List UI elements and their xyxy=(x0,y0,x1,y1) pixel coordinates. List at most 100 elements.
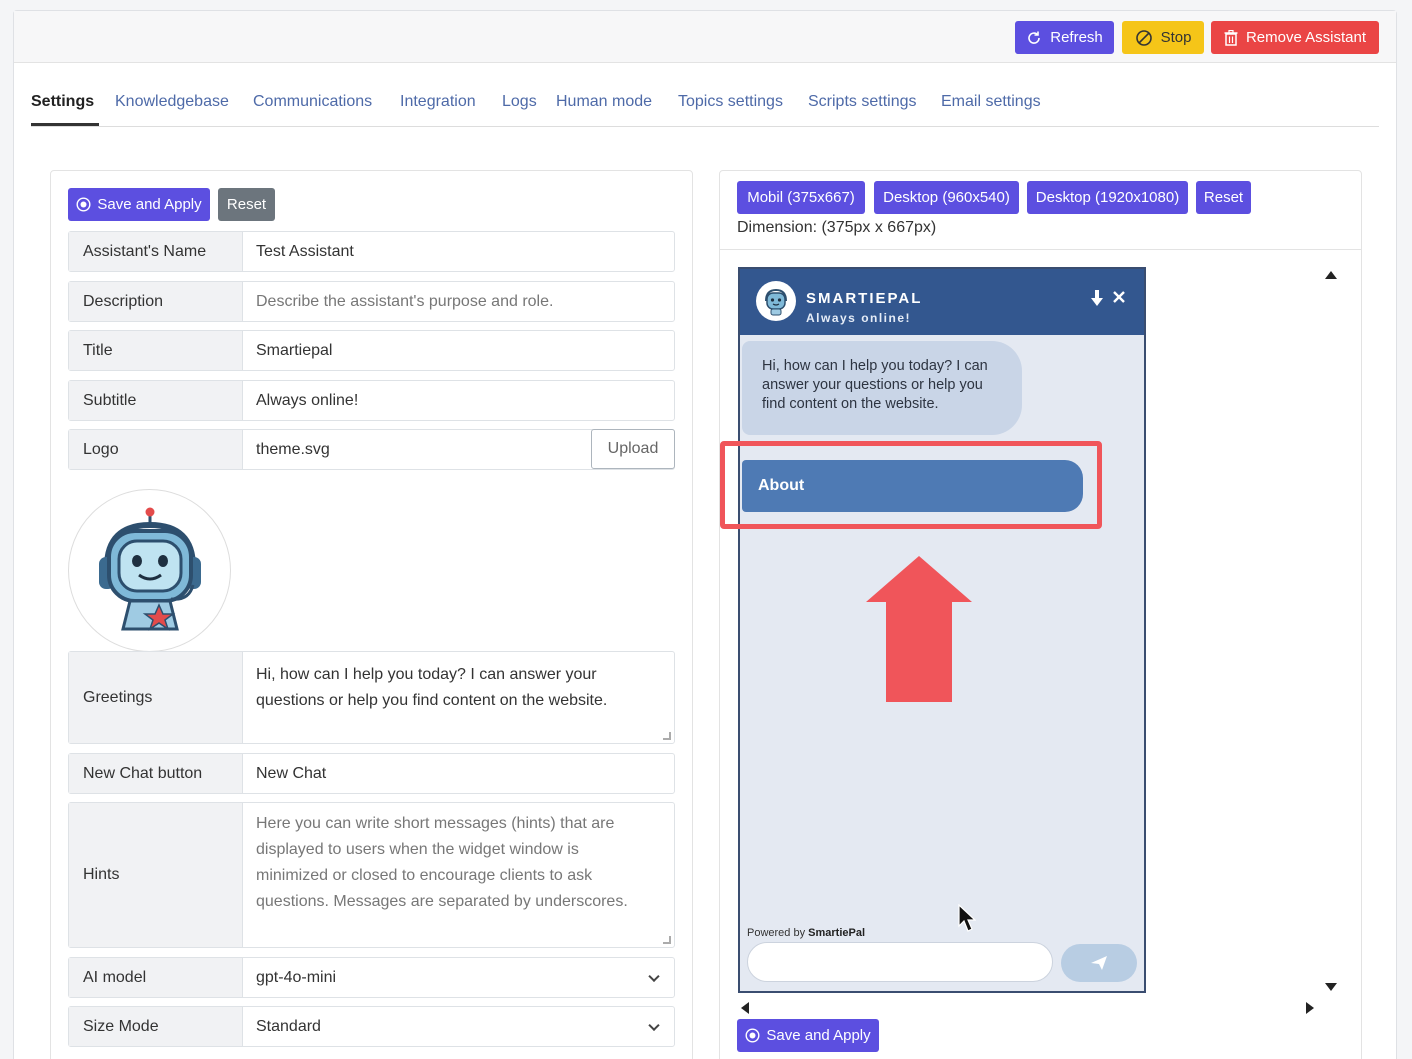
tab-human-mode[interactable]: Human mode xyxy=(556,93,652,111)
annotation-up-arrow-icon xyxy=(866,556,972,707)
title-label: Title xyxy=(69,331,243,370)
description-row: Description Describe the assistant's pur… xyxy=(68,281,675,322)
save-and-apply-label: Save and Apply xyxy=(97,196,202,213)
chevron-down-icon xyxy=(648,1019,660,1031)
logo-preview xyxy=(68,489,231,652)
widget-title: SMARTIEPAL xyxy=(806,290,923,307)
tab-logs[interactable]: Logs xyxy=(502,93,537,111)
chat-message-input[interactable] xyxy=(747,942,1053,982)
scroll-down-icon[interactable] xyxy=(1325,983,1337,991)
size-mode-label: Size Mode xyxy=(69,1007,243,1046)
logo-filename: theme.svg xyxy=(256,440,330,458)
powered-brand: SmartiePal xyxy=(808,927,866,939)
preview-save-and-apply-button[interactable]: Save and Apply xyxy=(737,1019,879,1052)
download-arrow-icon[interactable] xyxy=(1090,289,1104,312)
annotation-highlight-box xyxy=(720,441,1102,529)
app-frame: Refresh Stop Remove Assistant Settings K… xyxy=(13,10,1397,1059)
hints-textarea[interactable]: Here you can write short messages (hints… xyxy=(243,803,674,947)
hints-label: Hints xyxy=(69,803,243,947)
widget-subtitle: Always online! xyxy=(806,311,912,325)
ai-model-label: AI model xyxy=(69,958,243,997)
assistant-name-label: Assistant's Name xyxy=(69,232,243,271)
scroll-left-icon[interactable] xyxy=(741,1002,749,1014)
tab-bar: Settings Knowledgebase Communications In… xyxy=(31,91,1379,127)
trash-icon xyxy=(1224,29,1238,46)
radio-circle-icon xyxy=(745,1028,760,1043)
assistant-name-input[interactable]: Test Assistant xyxy=(243,232,674,271)
ai-model-select[interactable]: gpt-4o-mini xyxy=(243,958,674,997)
top-toolbar: Refresh Stop Remove Assistant xyxy=(14,11,1396,63)
hints-placeholder: Here you can write short messages (hints… xyxy=(256,815,628,910)
resize-handle-icon[interactable] xyxy=(663,732,671,740)
stop-button[interactable]: Stop xyxy=(1122,21,1204,54)
subtitle-row: Subtitle Always online! xyxy=(68,380,675,421)
title-row: Title Smartiepal xyxy=(68,330,675,371)
size-desktop-960-button[interactable]: Desktop (960x540) xyxy=(874,181,1019,214)
new-chat-label: New Chat button xyxy=(69,754,243,793)
resize-handle-icon[interactable] xyxy=(663,936,671,944)
tab-knowledgebase[interactable]: Knowledgebase xyxy=(115,93,229,111)
preview-divider xyxy=(720,249,1361,250)
greetings-text: Hi, how can I help you today? I can answ… xyxy=(256,666,608,709)
reset-button[interactable]: Reset xyxy=(218,188,275,221)
upload-button[interactable]: Upload xyxy=(591,429,675,469)
scroll-right-icon[interactable] xyxy=(1306,1002,1314,1014)
active-tab-indicator xyxy=(31,123,99,126)
preview-card: Mobil (375x667) Desktop (960x540) Deskto… xyxy=(719,170,1362,1059)
send-icon xyxy=(1091,956,1107,970)
greetings-textarea[interactable]: Hi, how can I help you today? I can answ… xyxy=(243,652,674,743)
subtitle-label: Subtitle xyxy=(69,381,243,420)
chevron-down-icon xyxy=(648,970,660,982)
close-icon[interactable] xyxy=(1112,288,1126,309)
description-label: Description xyxy=(69,282,243,321)
save-and-apply-button[interactable]: Save and Apply xyxy=(68,188,210,221)
greetings-label: Greetings xyxy=(69,652,243,743)
size-mode-row: Size Mode Standard xyxy=(68,1006,675,1047)
size-mode-select[interactable]: Standard xyxy=(243,1007,674,1046)
scroll-up-icon[interactable] xyxy=(1325,271,1337,279)
robot-mascot-icon xyxy=(98,507,201,631)
ai-model-row: AI model gpt-4o-mini xyxy=(68,957,675,998)
stop-icon xyxy=(1135,29,1152,46)
mouse-cursor-icon xyxy=(958,903,977,937)
powered-prefix: Powered by xyxy=(747,927,809,939)
hints-row: Hints Here you can write short messages … xyxy=(68,802,675,948)
stop-label: Stop xyxy=(1160,29,1192,46)
logo-row: Logo theme.svg Upload xyxy=(68,429,675,470)
greetings-row: Greetings Hi, how can I help you today? … xyxy=(68,651,675,744)
tab-scripts-settings[interactable]: Scripts settings xyxy=(808,93,916,111)
refresh-label: Refresh xyxy=(1050,29,1103,46)
powered-by-text: Powered by SmartiePal xyxy=(747,927,865,939)
size-desktop-1920-button[interactable]: Desktop (1920x1080) xyxy=(1027,181,1188,214)
greeting-bubble: Hi, how can I help you today? I can answ… xyxy=(742,341,1022,435)
preview-save-and-apply-label: Save and Apply xyxy=(766,1027,871,1044)
settings-form-card: Save and Apply Reset Assistant's Name Te… xyxy=(50,170,693,1059)
new-chat-row: New Chat button New Chat xyxy=(68,753,675,794)
robot-mascot-icon xyxy=(765,288,787,316)
refresh-button[interactable]: Refresh xyxy=(1015,21,1114,54)
remove-assistant-label: Remove Assistant xyxy=(1245,29,1367,46)
preview-reset-button[interactable]: Reset xyxy=(1196,181,1251,214)
tab-communications[interactable]: Communications xyxy=(253,93,372,111)
widget-avatar xyxy=(756,281,796,321)
ai-model-value: gpt-4o-mini xyxy=(256,968,337,986)
logo-label: Logo xyxy=(69,430,243,469)
logo-filename-input[interactable]: theme.svg Upload xyxy=(243,429,675,469)
radio-circle-icon xyxy=(76,197,91,212)
assistant-name-row: Assistant's Name Test Assistant xyxy=(68,231,675,272)
size-mobile-button[interactable]: Mobil (375x667) xyxy=(737,181,865,214)
size-mode-value: Standard xyxy=(256,1017,321,1035)
description-input[interactable]: Describe the assistant's purpose and rol… xyxy=(243,282,674,321)
remove-assistant-button[interactable]: Remove Assistant xyxy=(1211,21,1379,54)
dimension-text: Dimension: (375px x 667px) xyxy=(737,219,937,236)
tab-integration[interactable]: Integration xyxy=(400,93,476,111)
tab-topics-settings[interactable]: Topics settings xyxy=(678,93,783,111)
refresh-icon xyxy=(1028,31,1041,44)
new-chat-input[interactable]: New Chat xyxy=(243,754,674,793)
tab-settings[interactable]: Settings xyxy=(31,93,94,111)
subtitle-input[interactable]: Always online! xyxy=(243,381,674,420)
send-button[interactable] xyxy=(1061,944,1137,982)
title-input[interactable]: Smartiepal xyxy=(243,331,674,370)
widget-header: SMARTIEPAL Always online! xyxy=(740,269,1144,335)
tab-email-settings[interactable]: Email settings xyxy=(941,93,1041,111)
